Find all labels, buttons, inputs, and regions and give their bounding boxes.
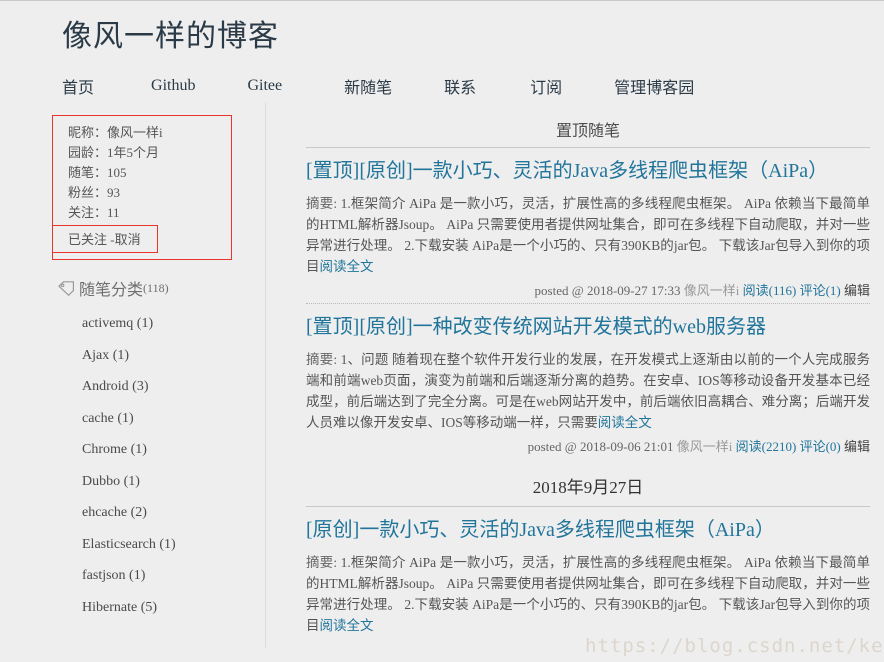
profile-label-following: 关注： [68, 205, 108, 220]
profile-card: 昵称：像风一样i 园龄：1年5个月 随笔：105 粉丝：93 关注：11 已关注… [52, 115, 232, 260]
category-item-dubbo[interactable]: Dubbo (1) [82, 466, 265, 498]
comment-count[interactable]: 评论(0) [800, 439, 841, 454]
posted-time: 2018-09-27 17:33 [586, 283, 681, 298]
section-divider [306, 506, 870, 507]
content-columns: 昵称：像风一样i 园龄：1年5个月 随笔：105 粉丝：93 关注：11 已关注… [0, 103, 884, 648]
nav-item-gitee[interactable]: Gitee [247, 77, 282, 95]
post-entry: [原创]一款小巧、灵活的Java多线程爬虫框架（AiPa） 摘要: 1.框架简介… [306, 513, 870, 636]
list-item: Ajax (1) [82, 340, 265, 372]
summary-text: 1.框架简介 AiPa 是一款小巧，灵活，扩展性高的多线程爬虫框架。 AiPa … [306, 196, 870, 274]
post-title: [原创]一款小巧、灵活的Java多线程爬虫框架（AiPa） [306, 513, 870, 548]
category-item-ajax[interactable]: Ajax (1) [82, 340, 265, 372]
read-count[interactable]: 阅读(2210) [736, 439, 797, 454]
category-title: 随笔分类 [79, 280, 144, 299]
nav-item-subscribe[interactable]: 订阅 [530, 74, 562, 98]
profile-row-following: 关注：11 [53, 203, 231, 223]
edit-link[interactable]: 编辑 [844, 283, 870, 298]
list-item: Hibernate (5) [82, 592, 265, 624]
profile-label-nickname: 昵称： [68, 125, 108, 140]
profile-value-nickname: 像风一样i [107, 125, 163, 140]
profile-value-posts: 105 [107, 165, 127, 180]
list-item: Android (3) [82, 371, 265, 403]
read-more-link[interactable]: 阅读全文 [598, 415, 652, 430]
post-separator [306, 303, 870, 304]
posted-time: 2018-09-06 21:01 [579, 439, 674, 454]
post-title-link[interactable]: [置顶][原创]一款小巧、灵活的Java多线程爬虫框架（AiPa） [306, 160, 828, 182]
category-list: activemq (1) Ajax (1) Android (3) cache … [0, 308, 265, 623]
post-title: [置顶][原创]一款小巧、灵活的Java多线程爬虫框架（AiPa） [306, 154, 870, 189]
tag-icon [58, 280, 75, 296]
post-entry: [置顶][原创]一款小巧、灵活的Java多线程爬虫框架（AiPa） 摘要: 1.… [306, 154, 870, 304]
list-item: Chrome (1) [82, 434, 265, 466]
post-summary: 摘要: 1.框架简介 AiPa 是一款小巧，灵活，扩展性高的多线程爬虫框架。 A… [306, 193, 870, 277]
list-item: cache (1) [82, 403, 265, 435]
category-item-cache[interactable]: cache (1) [82, 403, 265, 435]
profile-label-age: 园龄： [68, 145, 108, 160]
nav-item-contact[interactable]: 联系 [444, 74, 476, 98]
date-section-title: 2018年9月27日 [532, 478, 644, 497]
nav-item-github[interactable]: Github [151, 77, 195, 95]
summary-label: 摘要: [306, 555, 341, 570]
read-more-link[interactable]: 阅读全文 [320, 618, 374, 633]
post-title-link[interactable]: [置顶][原创]一种改变传统网站开发模式的web服务器 [306, 316, 766, 338]
posted-prefix: posted @ [534, 283, 587, 298]
post-title-link[interactable]: [原创]一款小巧、灵活的Java多线程爬虫框架（AiPa） [306, 519, 775, 541]
pinned-section-title: 置顶随笔 [555, 121, 620, 140]
post-author: 像风一样i [676, 439, 733, 454]
summary-text: 1.框架简介 AiPa 是一款小巧，灵活，扩展性高的多线程爬虫框架。 AiPa … [306, 555, 870, 633]
profile-label-posts: 随笔： [68, 165, 108, 180]
summary-label: 摘要: [306, 196, 341, 211]
page-root: 像风一样的博客 首页 Github Gitee 新随笔 联系 订阅 管理 博客园… [0, 0, 884, 662]
profile-value-following: 11 [107, 205, 120, 220]
read-more-link[interactable]: 阅读全文 [320, 259, 374, 274]
category-item-fastjson[interactable]: fastjson (1) [82, 560, 265, 592]
post-meta: posted @ 2018-09-27 17:33 像风一样i 阅读(116) … [306, 280, 870, 299]
page-title: 像风一样的博客 [62, 19, 279, 54]
posted-prefix: posted @ [527, 439, 580, 454]
list-item: Elasticsearch (1) [82, 529, 265, 561]
read-count[interactable]: 阅读(116) [743, 283, 797, 298]
list-item: fastjson (1) [82, 560, 265, 592]
category-item-activemq[interactable]: activemq (1) [82, 308, 265, 340]
profile-row-fans: 粉丝：93 [53, 183, 231, 203]
list-item: Dubbo (1) [82, 466, 265, 498]
post-list: 置顶随笔 [置顶][原创]一款小巧、灵活的Java多线程爬虫框架（AiPa） 摘… [266, 103, 884, 638]
post-summary: 摘要: 1.框架简介 AiPa 是一款小巧，灵活，扩展性高的多线程爬虫框架。 A… [306, 552, 870, 636]
post-summary: 摘要: 1、问题 随着现在整个软件开发行业的发展，在开发模式上逐渐由以前的一个人… [306, 349, 870, 433]
edit-link[interactable]: 编辑 [844, 439, 870, 454]
category-item-chrome[interactable]: Chrome (1) [82, 434, 265, 466]
profile-row-nickname: 昵称：像风一样i [53, 123, 231, 143]
post-entry: [置顶][原创]一种改变传统网站开发模式的web服务器 摘要: 1、问题 随着现… [306, 310, 870, 455]
post-title: [置顶][原创]一种改变传统网站开发模式的web服务器 [306, 310, 870, 345]
nav-item-manage[interactable]: 管理 [614, 74, 646, 98]
list-item: ehcache (2) [82, 497, 265, 529]
nav-item-home[interactable]: 首页 [62, 74, 94, 98]
category-item-elasticsearch[interactable]: Elasticsearch (1) [82, 529, 265, 561]
list-item: activemq (1) [82, 308, 265, 340]
nav-item-new-post[interactable]: 新随笔 [344, 74, 392, 98]
sidebar: 昵称：像风一样i 园龄：1年5个月 随笔：105 粉丝：93 关注：11 已关注… [0, 103, 266, 648]
profile-row-age: 园龄：1年5个月 [53, 143, 231, 163]
category-item-android[interactable]: Android (3) [82, 371, 265, 403]
comment-count[interactable]: 评论(1) [800, 283, 841, 298]
unfollow-link[interactable]: 已关注 -取消 [68, 232, 141, 247]
main-navigation: 首页 Github Gitee 新随笔 联系 订阅 管理 博客园 [0, 69, 884, 103]
summary-label: 摘要: [306, 352, 341, 367]
category-count: (118) [143, 280, 169, 295]
profile-label-fans: 粉丝： [68, 185, 108, 200]
profile-value-age: 1年5个月 [107, 145, 160, 160]
blog-header: 像风一样的博客 [0, 1, 884, 57]
profile-row-posts: 随笔：105 [53, 163, 231, 183]
category-item-hibernate[interactable]: Hibernate (5) [82, 592, 265, 624]
category-header: 随笔分类 (118) [58, 276, 265, 300]
section-divider [306, 147, 870, 148]
profile-value-fans: 93 [107, 185, 121, 200]
summary-text: 1、问题 随着现在整个软件开发行业的发展，在开发模式上逐渐由以前的一个人完成服务… [306, 352, 870, 430]
post-meta: posted @ 2018-09-06 21:01 像风一样i 阅读(2210)… [306, 436, 870, 455]
follow-status-box[interactable]: 已关注 -取消 [52, 225, 158, 253]
nav-item-cnblogs[interactable]: 博客园 [646, 74, 694, 98]
category-item-ehcache[interactable]: ehcache (2) [82, 497, 265, 529]
post-author: 像风一样i [683, 283, 740, 298]
